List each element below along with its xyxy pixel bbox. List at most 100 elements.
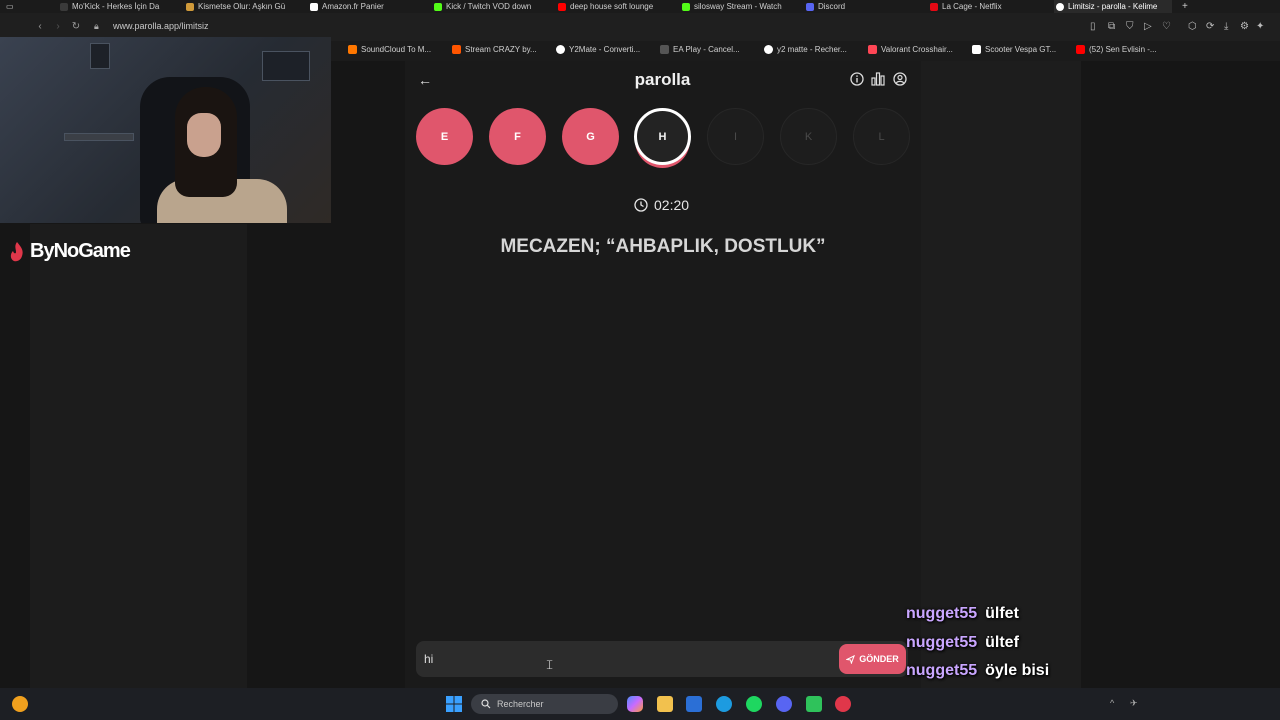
bookmark-label: Valorant Crosshair... xyxy=(881,45,953,54)
chat-username: nugget55 xyxy=(906,634,978,651)
tab-label: Limitsiz - parolla - Kelime xyxy=(1068,2,1158,11)
new-tab-icon[interactable]: + xyxy=(1182,0,1188,13)
browser-tab[interactable]: Kick / Twitch VOD down xyxy=(434,0,542,13)
bookmark-label: EA Play - Cancel... xyxy=(673,45,740,54)
wall-frame xyxy=(90,43,110,69)
tab-favicon xyxy=(930,2,938,11)
wall-frame xyxy=(262,51,310,81)
heart-icon[interactable]: ♡ xyxy=(1162,21,1171,32)
opera-icon[interactable] xyxy=(835,696,851,712)
settings-icon[interactable]: ⚙ xyxy=(1240,21,1249,32)
bookmark-icon[interactable]: ▯ xyxy=(1090,21,1096,32)
tab-favicon xyxy=(682,2,690,11)
file-explorer-icon[interactable] xyxy=(657,696,673,712)
letter-circle-current: H xyxy=(634,108,691,165)
timer-value: 02:20 xyxy=(654,197,690,213)
bookmark-label: Y2Mate - Converti... xyxy=(569,45,641,54)
tray-chevron-icon[interactable]: ^ xyxy=(1110,698,1114,708)
bookmark-label: y2 matte - Recher... xyxy=(777,45,847,54)
answer-form: GÖNDER xyxy=(416,641,908,677)
browser-tab[interactable]: Mo'Kick - Herkes İçin Da xyxy=(60,0,170,13)
send-button-label: GÖNDER xyxy=(859,654,899,664)
edge-icon[interactable] xyxy=(716,696,732,712)
letter-circle-pending: K xyxy=(780,108,837,165)
letter-circle-pending: L xyxy=(853,108,910,165)
tab-favicon xyxy=(1056,2,1064,11)
webcam-overlay xyxy=(0,37,331,223)
player-icon[interactable]: ▷ xyxy=(1144,21,1152,32)
keyboard-shelf xyxy=(64,133,134,141)
tab-favicon xyxy=(806,2,814,11)
chat-text: ülfet xyxy=(985,605,1019,622)
bookmark-favicon xyxy=(972,45,981,54)
tab-label: Kick / Twitch VOD down xyxy=(446,2,532,11)
browser-tab[interactable]: Discord xyxy=(806,0,914,13)
profile-icon[interactable] xyxy=(893,72,907,86)
weather-icon[interactable] xyxy=(12,696,28,712)
bookmark-label: SoundCloud To M... xyxy=(361,45,432,54)
browser-tab[interactable]: Amazon.fr Panier xyxy=(310,0,420,13)
snapshot-icon[interactable]: ⧉ xyxy=(1108,21,1115,32)
browser-tab-active[interactable]: Limitsiz - parolla - Kelime xyxy=(1054,0,1172,13)
tray-app-icon[interactable]: ✈ xyxy=(1130,698,1138,709)
sponsor-logo: ByNoGame xyxy=(8,240,131,263)
copilot-icon[interactable] xyxy=(627,696,643,712)
tab-list-icon[interactable]: ▭ xyxy=(6,0,14,13)
forward-icon[interactable]: › xyxy=(51,19,65,33)
bookmark-item[interactable]: y2 matte - Recher... xyxy=(764,45,847,54)
bookmark-item[interactable]: (52) Sen Evlisin -... xyxy=(1076,45,1157,54)
windows-start-icon[interactable] xyxy=(446,696,462,712)
timer: 02:20 xyxy=(634,197,689,213)
bookmark-item[interactable]: Y2Mate - Converti... xyxy=(556,45,640,54)
tab-label: Amazon.fr Panier xyxy=(322,2,384,11)
browser-tab[interactable]: silosway Stream - Watch xyxy=(682,0,790,13)
discord-icon[interactable] xyxy=(776,696,792,712)
bookmark-favicon xyxy=(452,45,461,54)
store-icon[interactable] xyxy=(686,696,702,712)
taskbar-search[interactable]: Rechercher xyxy=(471,694,618,714)
download-icon[interactable]: ⤓ xyxy=(1224,21,1228,32)
search-placeholder: Rechercher xyxy=(497,699,544,709)
bookmark-favicon xyxy=(1076,45,1085,54)
tab-favicon xyxy=(186,2,194,11)
answer-input[interactable] xyxy=(424,650,824,668)
tab-label: La Cage - Netflix xyxy=(942,2,1002,11)
browser-tab[interactable]: deep house soft lounge xyxy=(558,0,666,13)
right-panel xyxy=(921,61,1081,688)
bookmark-item[interactable]: EA Play - Cancel... xyxy=(660,45,740,54)
extensions-icon[interactable]: ⬡ xyxy=(1188,21,1197,32)
bookmark-favicon xyxy=(348,45,357,54)
tab-label: Kismetse Olur: Aşkın Gü xyxy=(198,2,286,11)
tab-label: deep house soft lounge xyxy=(570,2,654,11)
chat-username: nugget55 xyxy=(906,605,978,622)
spotify-icon[interactable] xyxy=(746,696,762,712)
tab-label: Discord xyxy=(818,2,846,11)
chat-username: nugget55 xyxy=(906,662,978,679)
reload-icon[interactable]: ↻ xyxy=(69,19,83,33)
back-arrow-icon[interactable]: ← xyxy=(418,72,432,88)
bookmark-item[interactable]: Stream CRAZY by... xyxy=(452,45,537,54)
letter-circle-pending: I xyxy=(707,108,764,165)
back-icon[interactable]: ‹ xyxy=(33,19,47,33)
browser-tab[interactable]: La Cage - Netflix xyxy=(930,0,1038,13)
ai-icon[interactable]: ✦ xyxy=(1256,21,1264,32)
bookmark-item[interactable]: SoundCloud To M... xyxy=(348,45,431,54)
app-title: parolla xyxy=(634,70,691,89)
lock-icon: 🔒︎ xyxy=(94,21,99,31)
sponsor-text: ByNoGame xyxy=(30,240,131,262)
letter-circle-done: G xyxy=(562,108,619,165)
chat-message: nugget55 ültef xyxy=(906,634,1019,652)
shield-icon[interactable]: ⛉ xyxy=(1126,21,1134,32)
info-icon[interactable] xyxy=(850,72,864,86)
stats-icon[interactable] xyxy=(871,72,885,86)
bookmark-item[interactable]: Valorant Crosshair... xyxy=(868,45,953,54)
send-button[interactable]: GÖNDER xyxy=(839,644,906,674)
browser-tab[interactable]: Kismetse Olur: Aşkın Gü xyxy=(186,0,294,13)
tabs-sync-icon[interactable]: ⟳ xyxy=(1206,21,1214,32)
url-field[interactable]: www.parolla.app/limitsiz xyxy=(113,21,209,31)
bookmark-favicon xyxy=(764,45,773,54)
bookmark-favicon xyxy=(556,45,565,54)
app-icon[interactable] xyxy=(806,696,822,712)
bookmark-item[interactable]: Scooter Vespa GT... xyxy=(972,45,1056,54)
tab-label: Mo'Kick - Herkes İçin Da xyxy=(72,2,160,11)
